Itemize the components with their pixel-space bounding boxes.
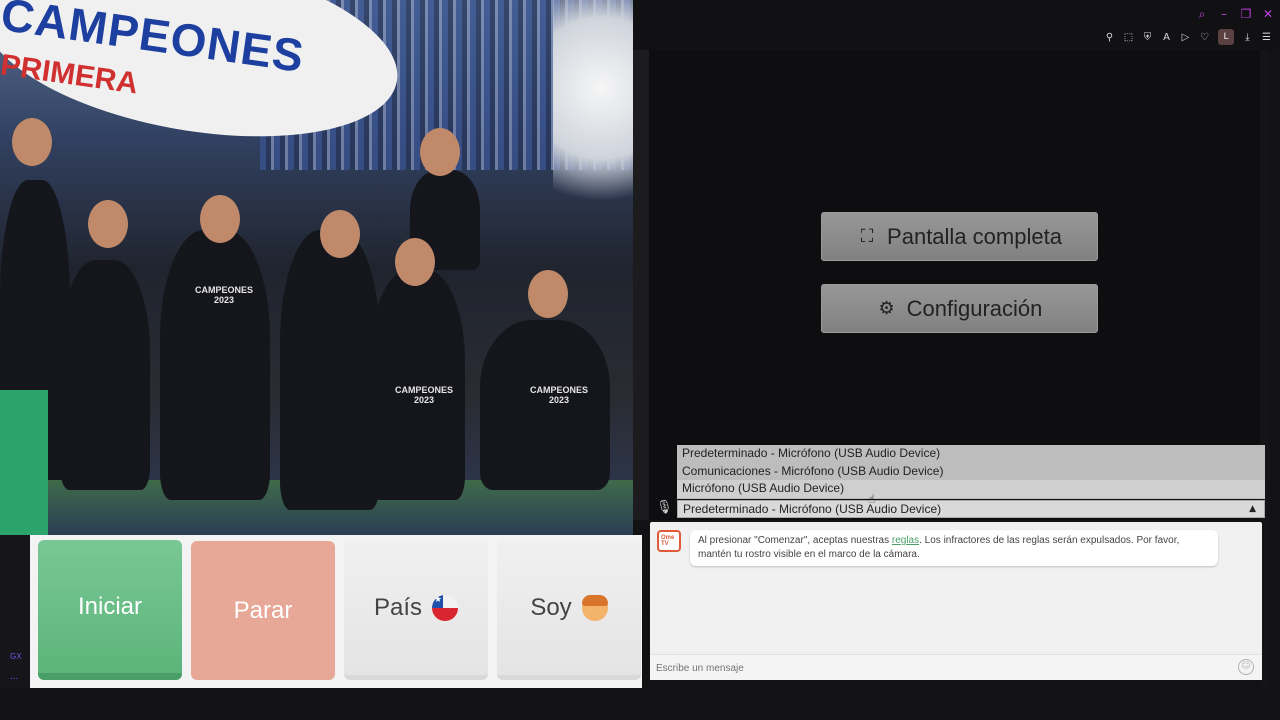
player-head	[420, 128, 460, 176]
menu-icon[interactable]: ☰	[1261, 32, 1272, 43]
player-head	[528, 270, 568, 318]
gear-icon: ⚙	[878, 297, 895, 319]
rules-link[interactable]: reglas	[892, 535, 919, 546]
app-root: CAMPEONES PRIMERA CAMPEONES 2023 CAMPEONE…	[0, 0, 1280, 720]
smoke-effect	[553, 0, 633, 220]
player-head	[200, 195, 240, 243]
chat-panel: Ome TV Al presionar "Comenzar", aceptas …	[650, 522, 1262, 680]
player-head	[395, 238, 435, 286]
player-silhouette	[480, 320, 610, 490]
shirt-text-word: CAMPEONES	[530, 385, 589, 395]
shirt-text: CAMPEONES 2023	[530, 385, 588, 405]
start-label: Iniciar	[77, 592, 143, 620]
player-head	[320, 210, 360, 258]
fullscreen-button[interactable]: ⛶ Pantalla completa	[821, 212, 1098, 261]
message-bar: ☺	[650, 654, 1262, 680]
extensions-bar: ⚲ ⬚ ⛨ A ▷ ♡ L ⤓ ☰	[1104, 29, 1272, 45]
rules-prefix: Al presionar "Comenzar", aceptas nuestra…	[698, 535, 892, 546]
microphone-icon: 🎙	[656, 500, 673, 515]
settings-label: Configuración	[906, 295, 1043, 321]
chevron-up-icon: ▲	[1249, 504, 1256, 514]
microphone-options-list: Predeterminado - Micrófono (USB Audio De…	[677, 445, 1265, 499]
gx-sidebar: GX ...	[0, 535, 30, 690]
mic-option-highlighted[interactable]: Micrófono (USB Audio Device)	[677, 480, 1265, 498]
shirt-text-year: 2023	[413, 395, 435, 405]
camera-edge	[633, 50, 649, 520]
restore-icon[interactable]: ❐	[1240, 8, 1252, 20]
message-input[interactable]	[656, 660, 1216, 676]
chile-flag-icon: ★	[432, 594, 459, 621]
shirt-text: CAMPEONES 2023	[195, 285, 253, 305]
boy-emoji-icon	[581, 594, 608, 621]
rules-message: Al presionar "Comenzar", aceptas nuestra…	[690, 530, 1218, 566]
play-icon[interactable]: ▷	[1180, 32, 1191, 43]
action-panel: Iniciar Parar País ★ Soy	[30, 535, 642, 688]
microphone-select[interactable]: Predeterminado - Micrófono (USB Audio De…	[677, 500, 1265, 518]
emoji-icon[interactable]: ☺	[1238, 659, 1254, 675]
heart-icon[interactable]: ♡	[1199, 32, 1210, 43]
shirt-text-year: 2023	[548, 395, 570, 405]
mouse-cursor-icon: ☝	[868, 492, 876, 506]
profile-avatar[interactable]: L	[1218, 29, 1234, 45]
gender-label: Soy	[530, 593, 572, 621]
mic-option[interactable]: Predeterminado - Micrófono (USB Audio De…	[677, 445, 1265, 463]
mic-selected-value: Predeterminado - Micrófono (USB Audio De…	[683, 502, 942, 516]
stop-label: Parar	[233, 596, 293, 624]
ometv-logo-icon: Ome TV	[657, 530, 681, 552]
player-head	[12, 118, 52, 166]
snapshot-icon[interactable]: ⬚	[1123, 32, 1134, 43]
browser-top-bar: ⌕ – ❐ ✕ ⚲ ⬚ ⛨ A ▷ ♡ L ⤓ ☰	[634, 0, 1280, 50]
settings-button[interactable]: ⚙ Configuración	[821, 284, 1098, 333]
search-icon[interactable]: ⌕	[1196, 8, 1208, 20]
minimize-icon[interactable]: –	[1218, 8, 1230, 20]
country-label: País	[373, 593, 423, 621]
more-icon[interactable]: ...	[10, 671, 18, 682]
player-silhouette	[60, 260, 150, 490]
bottom-strip	[0, 688, 1280, 720]
close-icon[interactable]: ✕	[1262, 8, 1274, 20]
mic-option[interactable]: Comunicaciones - Micrófono (USB Audio De…	[677, 463, 1265, 481]
stop-button[interactable]: Parar	[191, 541, 335, 680]
translate-icon[interactable]: A	[1161, 32, 1172, 43]
fullscreen-icon: ⛶	[860, 225, 874, 247]
shield-icon[interactable]: ⛨	[1142, 32, 1153, 43]
goalkeeper-jersey	[0, 390, 48, 535]
window-controls: ⌕ – ❐ ✕	[1196, 8, 1274, 20]
shirt-text-word: CAMPEONES	[395, 385, 454, 395]
start-button[interactable]: Iniciar	[38, 540, 182, 680]
download-icon[interactable]: ⤓	[1242, 32, 1253, 43]
partner-video-photo: CAMPEONES PRIMERA CAMPEONES 2023 CAMPEONE…	[0, 0, 633, 535]
fullscreen-label: Pantalla completa	[887, 223, 1062, 249]
player-head	[88, 200, 128, 248]
gx-label[interactable]: GX	[10, 652, 22, 661]
player-silhouette	[280, 230, 380, 510]
gender-button[interactable]: Soy	[497, 540, 641, 680]
pin-icon[interactable]: ⚲	[1104, 32, 1115, 43]
ometv-logo-text: Ome TV	[661, 535, 675, 547]
player-silhouette	[160, 230, 270, 500]
shirt-text-year: 2023	[213, 295, 235, 305]
shirt-text: CAMPEONES 2023	[395, 385, 453, 405]
country-button[interactable]: País ★	[344, 540, 488, 680]
shirt-text-word: CAMPEONES	[195, 285, 254, 295]
